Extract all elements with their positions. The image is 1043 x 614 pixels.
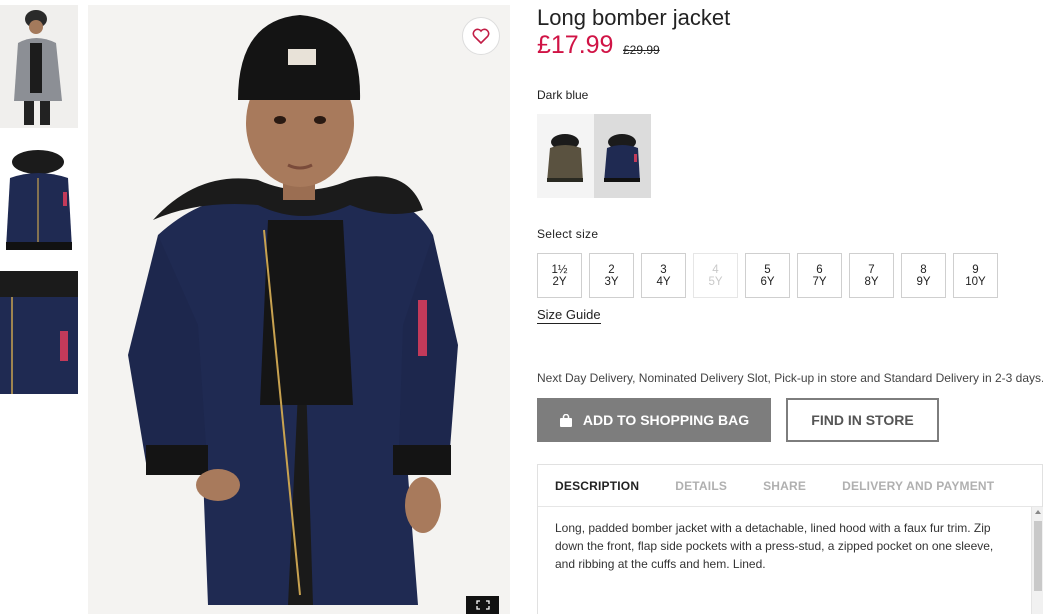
tab-bar: DESCRIPTION DETAILS SHARE DELIVERY AND P… [538,465,1042,507]
size-guide-link[interactable]: Size Guide [537,307,601,324]
tab-description[interactable]: DESCRIPTION [555,479,639,493]
thumbnail-model-front[interactable] [0,5,78,128]
original-price: £29.99 [623,43,660,57]
size-age: 3 [660,263,667,276]
size-options: 1½ 2Y 2 3Y 3 4Y 4 5Y 5 6Y 6 7Y 7 8Y 8 9Y 9 10Y [537,253,1005,298]
shopping-bag-icon [559,413,573,427]
size-option[interactable]: 3 4Y [641,253,686,298]
tab-share[interactable]: SHARE [763,479,806,493]
size-age: 7 [868,263,875,276]
size-option[interactable]: 1½ 2Y [537,253,582,298]
size-age: 8 [920,263,927,276]
size-years: 3Y [604,275,619,288]
product-photo [88,5,510,614]
description-scrollbar[interactable] [1031,507,1043,614]
size-option[interactable]: 8 9Y [901,253,946,298]
size-option[interactable]: 7 8Y [849,253,894,298]
add-to-bag-label: ADD TO SHOPPING BAG [582,412,750,428]
size-age: 6 [816,263,823,276]
swatch-image [594,114,651,198]
size-years: 9Y [916,275,931,288]
thumbnail-list [0,5,78,404]
swatch-khaki-green[interactable] [537,114,594,198]
color-swatches [537,114,651,198]
size-years: 10Y [965,275,986,288]
add-to-bag-button[interactable]: ADD TO SHOPPING BAG [537,398,771,442]
scroll-up-icon [1035,510,1041,514]
size-age: 1½ [551,263,568,276]
size-option-unavailable: 4 5Y [693,253,738,298]
size-age: 2 [608,263,615,276]
swatch-dark-blue[interactable] [594,114,651,198]
size-option[interactable]: 5 6Y [745,253,790,298]
select-size-label: Select size [537,227,599,241]
find-in-store-button[interactable]: FIND IN STORE [786,398,939,442]
product-title: Long bomber jacket [537,5,731,30]
selected-color-name: Dark blue [537,88,589,102]
main-product-image [88,5,510,614]
size-age: 5 [764,263,771,276]
thumbnail-jacket-detail[interactable] [0,271,78,394]
size-years: 7Y [812,275,827,288]
size-age: 4 [712,263,719,276]
delivery-note: Next Day Delivery, Nominated Delivery Sl… [537,371,1043,385]
heart-icon [472,28,490,44]
tab-delivery-and-payment[interactable]: DELIVERY AND PAYMENT [842,479,994,493]
description-text: Long, padded bomber jacket with a detach… [555,521,994,571]
thumbnail-jacket-flat[interactable] [0,138,78,261]
size-years: 5Y [708,275,723,288]
size-years: 8Y [864,275,879,288]
size-age: 9 [972,263,979,276]
size-option[interactable]: 2 3Y [589,253,634,298]
size-years: 2Y [552,275,567,288]
tab-details[interactable]: DETAILS [675,479,727,493]
thumbnail-image [0,138,78,261]
product-details-panel: DESCRIPTION DETAILS SHARE DELIVERY AND P… [537,464,1043,614]
size-option[interactable]: 9 10Y [953,253,998,298]
size-option[interactable]: 6 7Y [797,253,842,298]
favourite-button[interactable] [462,17,500,55]
product-price: £17.99 [537,31,614,59]
expand-icon [475,600,490,610]
size-years: 4Y [656,275,671,288]
thumbnail-image [0,271,78,394]
thumbnail-image [0,5,78,128]
scrollbar-thumb[interactable] [1034,521,1042,591]
swatch-image [537,114,594,198]
expand-image-button[interactable] [466,596,499,614]
size-years: 6Y [760,275,775,288]
